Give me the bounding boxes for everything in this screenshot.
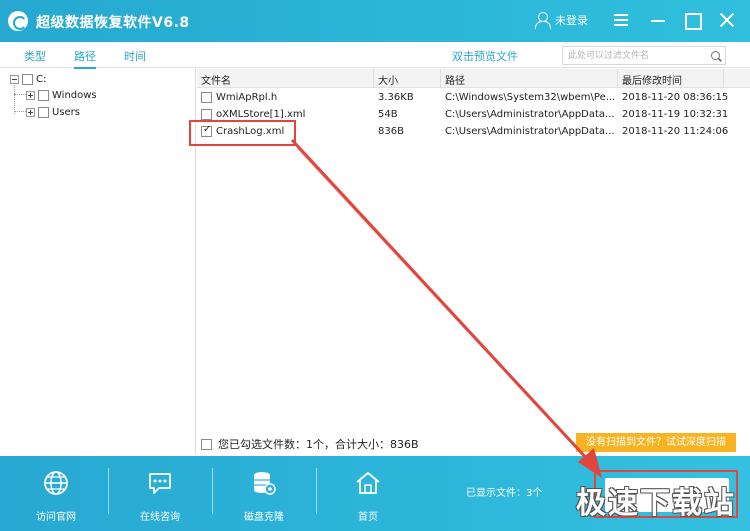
file-size: 836B — [378, 126, 404, 137]
tab-bar: 类型 路径 时间 双击预览文件 — [0, 42, 750, 69]
tree-node-label: Windows — [52, 89, 97, 101]
file-time: 2018-11-20 08:36:15 — [622, 92, 729, 103]
tab-type[interactable]: 类型 — [24, 48, 46, 64]
file-size: 3.36KB — [378, 92, 414, 103]
tree-node-users[interactable]: Users — [26, 105, 80, 119]
select-all-checkbox[interactable] — [201, 438, 212, 450]
table-row[interactable]: WmiApRpl.h 3.36KB C:\Windows\System32\wb… — [197, 90, 750, 107]
nav-label: 在线咨询 — [140, 512, 180, 523]
app-logo-icon — [8, 11, 28, 31]
filter-input[interactable] — [563, 47, 703, 64]
tab-path[interactable]: 路径 — [74, 48, 96, 69]
nav-disk-clone[interactable]: 磁盘克隆 — [214, 465, 314, 527]
collapse-icon[interactable] — [10, 74, 19, 84]
nav-label: 首页 — [358, 512, 378, 523]
file-size: 54B — [378, 109, 398, 120]
globe-icon — [44, 471, 68, 495]
user-icon — [534, 12, 551, 29]
file-name: WmiApRpl.h — [216, 92, 278, 103]
tree-node-label: Users — [52, 106, 81, 118]
file-time: 2018-11-19 10:32:31 — [622, 109, 729, 120]
login-label: 未登录 — [555, 14, 588, 27]
tab-time[interactable]: 时间 — [124, 48, 146, 64]
column-header-name[interactable]: 文件名 — [201, 72, 231, 87]
row-checkbox[interactable] — [201, 109, 212, 120]
checkbox[interactable] — [22, 73, 33, 85]
nav-home[interactable]: 首页 — [318, 465, 418, 527]
menu-button[interactable] — [611, 10, 631, 30]
annotation-highlight-box — [189, 120, 296, 146]
expand-icon[interactable] — [26, 107, 35, 117]
file-time: 2018-11-20 11:24:06 — [622, 126, 729, 137]
close-button[interactable] — [717, 10, 737, 30]
column-header-time[interactable]: 最后修改时间 — [622, 72, 682, 87]
tree-node-label: C: — [36, 73, 47, 85]
minimize-button[interactable] — [648, 10, 668, 30]
tree-node-root[interactable]: C: — [10, 72, 46, 86]
nav-label: 磁盘克隆 — [244, 512, 284, 523]
column-header-path[interactable]: 路径 — [445, 72, 465, 87]
checkbox[interactable] — [38, 89, 49, 101]
login-button[interactable]: 未登录 — [534, 12, 588, 29]
column-header-size[interactable]: 大小 — [378, 72, 398, 87]
search-icon[interactable] — [711, 51, 720, 60]
deep-scan-button[interactable]: 没有扫描到文件？试试深度扫描 — [576, 433, 736, 452]
tree-node-windows[interactable]: Windows — [26, 88, 97, 102]
checkbox[interactable] — [38, 106, 49, 118]
chat-icon — [149, 473, 171, 494]
file-path: C:\Users\Administrator\AppData... — [445, 126, 615, 137]
file-path: C:\Users\Administrator\AppData... — [445, 109, 615, 120]
disk-clone-icon — [254, 472, 276, 495]
nav-online-consult[interactable]: 在线咨询 — [110, 465, 210, 527]
watermark-text: 极速下载站 — [576, 486, 736, 521]
nav-visit-website[interactable]: 访问官网 — [6, 465, 106, 527]
selection-summary: 您已勾选文件数：1个，合计大小：836B — [218, 438, 419, 451]
app-title: 超级数据恢复软件V6.8 — [36, 15, 190, 31]
preview-hint: 双击预览文件 — [452, 50, 518, 63]
folder-tree: C: Windows Users — [0, 69, 196, 454]
filter-box — [562, 46, 726, 65]
expand-icon[interactable] — [26, 90, 35, 100]
table-header: 文件名 大小 路径 最后修改时间 — [197, 69, 750, 88]
maximize-button[interactable] — [682, 10, 702, 30]
home-icon — [356, 472, 380, 494]
title-bar: 超级数据恢复软件V6.8 未登录 — [0, 0, 750, 42]
nav-label: 访问官网 — [36, 512, 76, 523]
file-path: C:\Windows\System32\wbem\Pe... — [445, 92, 615, 103]
row-checkbox[interactable] — [201, 92, 212, 103]
file-name: oXMLStore[1].xml — [216, 109, 306, 120]
shown-file-count: 已显示文件：3个 — [466, 488, 543, 499]
